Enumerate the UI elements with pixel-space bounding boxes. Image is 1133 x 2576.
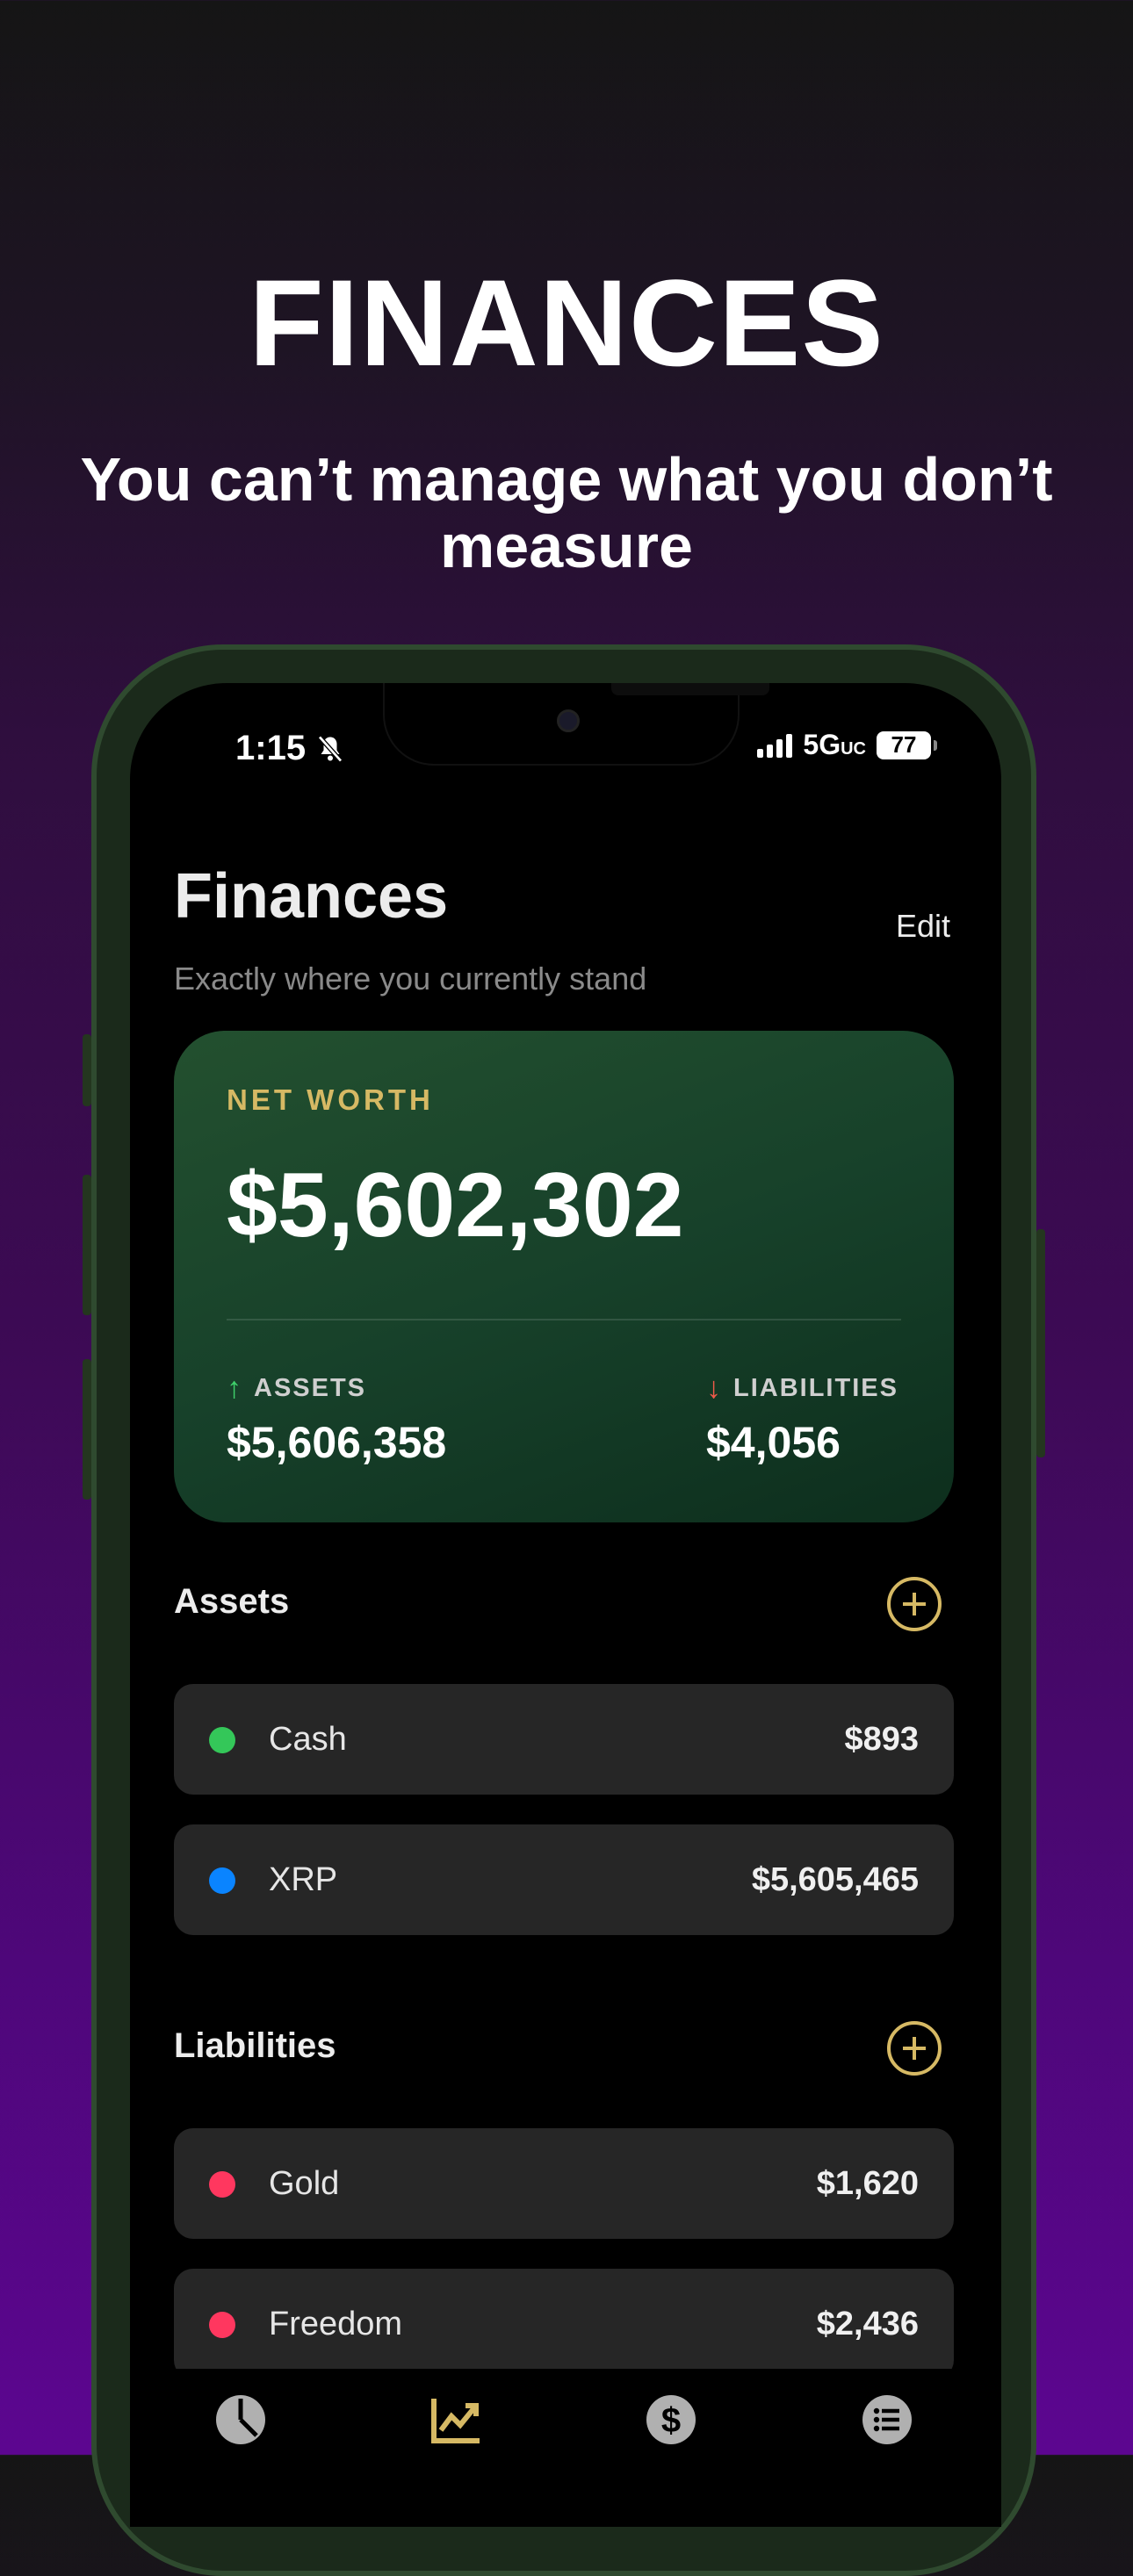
assets-stat-value: $5,606,358 — [227, 1418, 447, 1467]
phone-side-button — [1036, 1229, 1045, 1457]
dollar-icon[interactable]: $ — [643, 2392, 699, 2448]
list-icon[interactable] — [859, 2392, 915, 2448]
speaker-grille — [611, 683, 769, 695]
net-worth-card: NET WORTH $5,602,302 ↑ ASSETS $5,606,358… — [174, 1031, 954, 1522]
item-value: $2,436 — [816, 2306, 919, 2342]
liabilities-stat-label: ↓ LIABILITIES — [706, 1371, 898, 1405]
item-name: XRP — [269, 1861, 338, 1898]
svg-text:$: $ — [661, 2401, 681, 2440]
promo-title: FINANCES — [249, 254, 884, 392]
page-subtitle: Exactly where you currently stand — [174, 961, 647, 997]
phone-side-button — [83, 1034, 91, 1106]
page-title: Finances — [174, 861, 449, 932]
battery-icon: 77 — [877, 730, 937, 759]
pie-chart-icon[interactable] — [213, 2392, 269, 2448]
list-item[interactable]: Gold $1,620 — [174, 2128, 954, 2239]
item-name: Freedom — [269, 2306, 403, 2342]
arrow-down-icon: ↓ — [706, 1371, 723, 1405]
list-item[interactable]: Freedom $2,436 — [174, 2269, 954, 2379]
item-value: $5,605,465 — [751, 1861, 919, 1898]
item-value: $1,620 — [816, 2165, 919, 2202]
assets-section-title: Assets — [174, 1582, 290, 1621]
item-value: $893 — [844, 1721, 919, 1758]
promo-subtitle: You can’t manage what you don’t measure — [80, 445, 1053, 580]
phone-side-button — [83, 1359, 91, 1500]
status-dot — [209, 1867, 235, 1894]
status-dot — [209, 2171, 235, 2198]
edit-button[interactable]: Edit — [896, 908, 950, 945]
status-time-label: 1:15 — [235, 729, 307, 767]
net-worth-value: $5,602,302 — [227, 1155, 684, 1256]
liabilities-section-title: Liabilities — [174, 2026, 336, 2065]
phone-screen: 1:15 5GUC 77 Finances Edit Exactly where… — [130, 683, 1001, 2527]
tab-bar: $ — [130, 2369, 1001, 2527]
liabilities-stat-value: $4,056 — [706, 1418, 841, 1467]
status-dot — [209, 2312, 235, 2338]
add-liability-button[interactable] — [887, 2021, 942, 2076]
item-name: Gold — [269, 2165, 340, 2202]
status-time: 1:15 — [235, 729, 346, 768]
item-name: Cash — [269, 1721, 347, 1758]
bell-muted-icon — [318, 735, 343, 762]
net-worth-label: NET WORTH — [227, 1083, 434, 1116]
list-item[interactable]: XRP $5,605,465 — [174, 1824, 954, 1935]
signal-icon — [757, 733, 793, 758]
phone-side-button — [83, 1175, 91, 1315]
arrow-up-icon: ↑ — [227, 1371, 243, 1405]
network-label: 5GUC — [803, 729, 866, 760]
assets-stat-label: ↑ ASSETS — [227, 1371, 367, 1405]
status-indicators: 5GUC 77 — [757, 729, 937, 761]
status-dot — [209, 1727, 235, 1753]
trend-chart-icon[interactable] — [427, 2392, 483, 2448]
camera-icon — [557, 709, 580, 732]
add-asset-button[interactable] — [887, 1577, 942, 1631]
divider — [227, 1319, 901, 1320]
list-item[interactable]: Cash $893 — [174, 1684, 954, 1795]
